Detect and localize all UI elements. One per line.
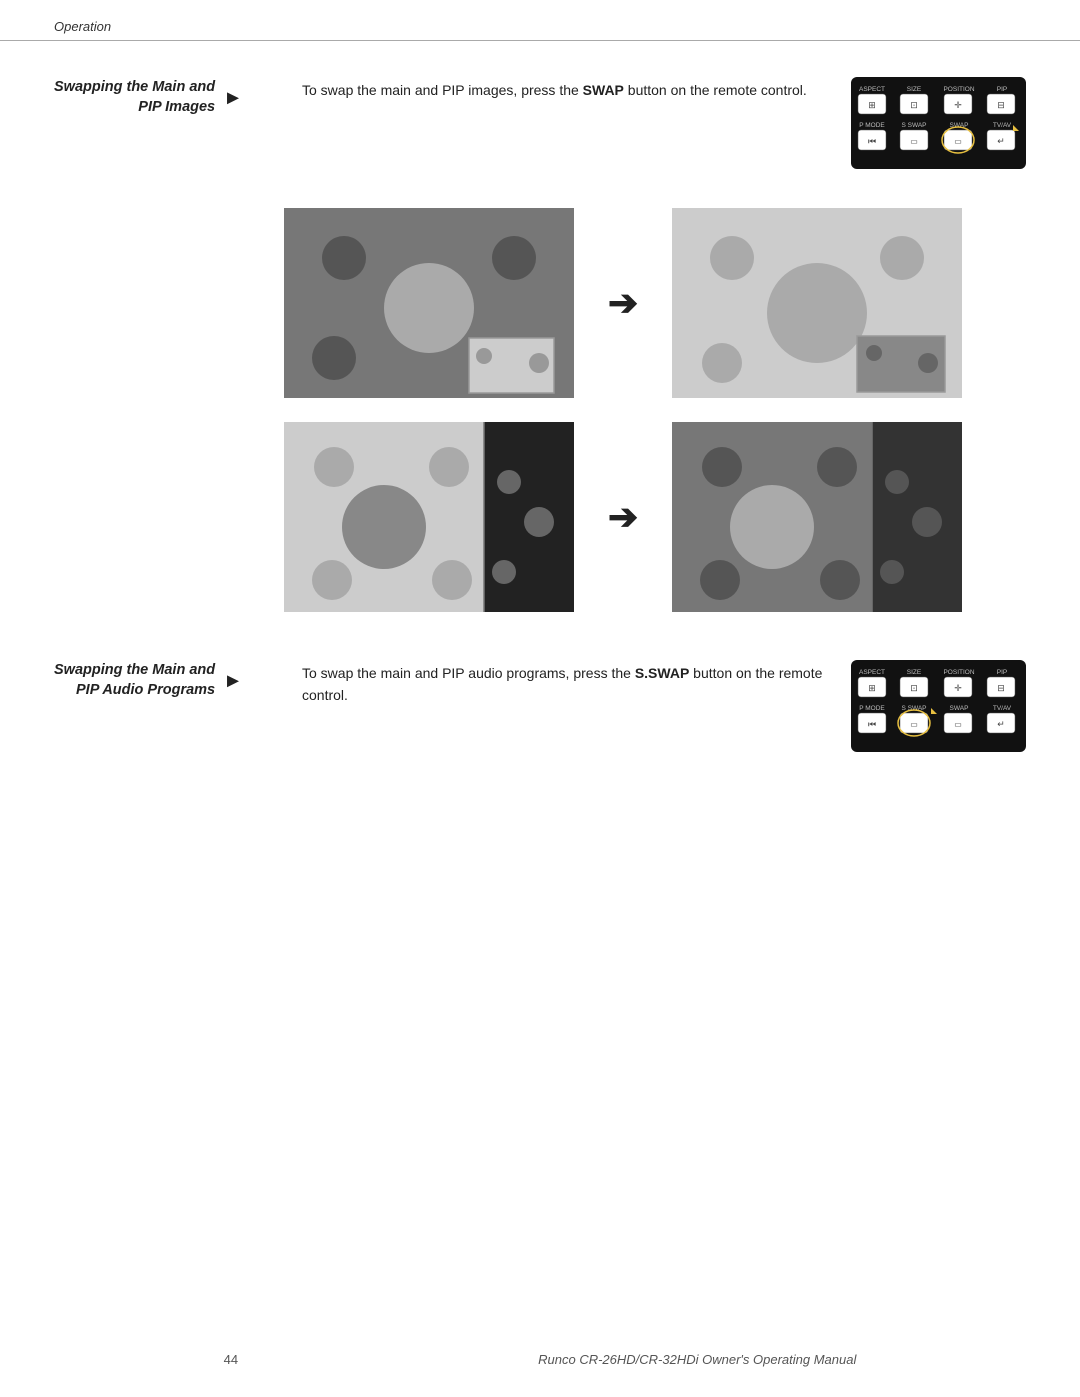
svg-text:⊟: ⊟ xyxy=(997,100,1005,110)
section1-body: To swap the main and PIP images, press t… xyxy=(302,77,1026,172)
svg-text:✛: ✛ xyxy=(954,100,962,110)
diagram-before-2 xyxy=(284,422,574,612)
svg-text:⏮: ⏮ xyxy=(868,136,876,146)
arrow-right-2: ➔ xyxy=(608,496,638,538)
svg-text:▭: ▭ xyxy=(954,720,962,729)
section2-body: To swap the main and PIP audio programs,… xyxy=(302,660,1026,755)
svg-text:⊡: ⊡ xyxy=(910,683,918,693)
svg-text:SIZE: SIZE xyxy=(907,669,922,676)
diagram-after-1 xyxy=(672,208,962,398)
page-footer: 44 Runco CR-26HD/CR-32HDi Owner's Operat… xyxy=(0,1352,1080,1367)
svg-text:↵: ↵ xyxy=(997,136,1005,146)
svg-text:P MODE: P MODE xyxy=(859,122,885,129)
section-label: Operation xyxy=(54,19,111,34)
section2-title: Swapping the Main and PIP Audio Programs xyxy=(54,660,215,701)
section1-label: Swapping the Main and PIP Images ► xyxy=(54,77,284,118)
diagrams-area-1: ➔ xyxy=(54,208,1026,612)
svg-text:✛: ✛ xyxy=(954,683,962,693)
svg-text:⊞: ⊞ xyxy=(868,683,876,693)
svg-text:⏮: ⏮ xyxy=(868,719,876,729)
svg-text:S SWAP: S SWAP xyxy=(901,122,926,129)
svg-text:⊞: ⊞ xyxy=(868,100,876,110)
svg-text:⊡: ⊡ xyxy=(910,100,918,110)
diagram-row-2: ➔ xyxy=(284,422,962,612)
remote-svg-1: ASPECT SIZE POSITION PIP ⊞ ⊡ ✛ ⊟ P MODE xyxy=(851,77,1026,169)
svg-text:▭: ▭ xyxy=(954,137,962,146)
svg-text:TV/AV: TV/AV xyxy=(993,122,1012,129)
section1-arrow-icon: ► xyxy=(223,87,243,110)
svg-text:ASPECT: ASPECT xyxy=(859,86,885,93)
page-number: 44 xyxy=(224,1352,238,1367)
section2-arrow-icon: ► xyxy=(223,670,243,693)
svg-text:↵: ↵ xyxy=(997,719,1005,729)
svg-text:PIP: PIP xyxy=(997,86,1007,93)
section-pip-images: Swapping the Main and PIP Images ► To sw… xyxy=(54,77,1026,172)
svg-text:▭: ▭ xyxy=(910,137,918,146)
arrow-right-1: ➔ xyxy=(608,282,638,324)
manual-title: Runco CR-26HD/CR-32HDi Owner's Operating… xyxy=(538,1352,856,1367)
svg-text:SWAP: SWAP xyxy=(950,705,969,712)
page-header: Operation xyxy=(0,0,1080,41)
section2-label: Swapping the Main and PIP Audio Programs… xyxy=(54,660,284,701)
svg-text:▭: ▭ xyxy=(910,720,918,729)
svg-text:SIZE: SIZE xyxy=(907,86,922,93)
svg-text:P MODE: P MODE xyxy=(859,705,885,712)
diagram-row-1: ➔ xyxy=(284,208,962,398)
remote-graphic-1: ASPECT SIZE POSITION PIP ⊞ ⊡ ✛ ⊟ P MODE xyxy=(851,77,1026,172)
main-content: Swapping the Main and PIP Images ► To sw… xyxy=(0,77,1080,755)
svg-text:⊟: ⊟ xyxy=(997,683,1005,693)
diagram-before-1 xyxy=(284,208,574,398)
svg-text:ASPECT: ASPECT xyxy=(859,669,885,676)
diagram-after-2 xyxy=(672,422,962,612)
svg-text:POSITION: POSITION xyxy=(943,669,974,676)
section2-desc: To swap the main and PIP audio programs,… xyxy=(302,660,833,707)
svg-text:POSITION: POSITION xyxy=(943,86,974,93)
section1-desc: To swap the main and PIP images, press t… xyxy=(302,77,833,101)
remote-svg-2: ASPECT SIZE POSITION PIP ⊞ ⊡ ✛ ⊟ P MODE … xyxy=(851,660,1026,752)
remote-graphic-2: ASPECT SIZE POSITION PIP ⊞ ⊡ ✛ ⊟ P MODE … xyxy=(851,660,1026,755)
svg-text:TV/AV: TV/AV xyxy=(993,705,1012,712)
svg-text:PIP: PIP xyxy=(997,669,1007,676)
section1-title: Swapping the Main and PIP Images xyxy=(54,77,215,118)
section-pip-audio: Swapping the Main and PIP Audio Programs… xyxy=(54,660,1026,755)
svg-text:S SWAP: S SWAP xyxy=(901,705,926,712)
